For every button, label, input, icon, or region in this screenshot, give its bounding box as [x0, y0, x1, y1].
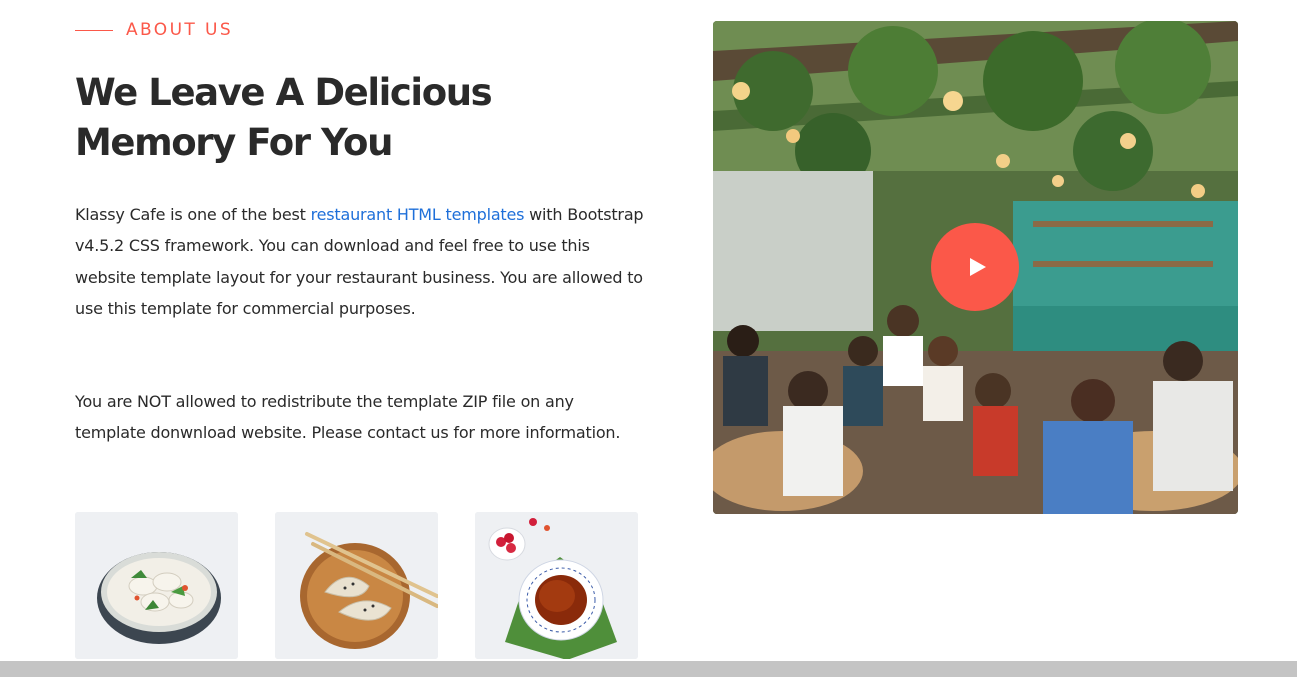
tea-cup-image: [475, 512, 638, 659]
section-title-line-2: Memory For You: [75, 121, 393, 164]
dumplings-bowl-image: [75, 512, 238, 659]
about-paragraph-1: Klassy Cafe is one of the best restauran…: [75, 199, 645, 324]
paragraph-text: Klassy Cafe is one of the best: [75, 205, 311, 224]
eyebrow-text: ABOUT US: [126, 20, 234, 40]
section-eyebrow: ABOUT US: [75, 20, 233, 40]
about-paragraph-2: You are NOT allowed to redistribute the …: [75, 392, 621, 443]
play-icon: [969, 258, 986, 276]
eyebrow-line: [75, 29, 113, 31]
about-section: ABOUT US We Leave A Delicious Memory For…: [0, 0, 1297, 677]
horizontal-scrollbar[interactable]: [0, 661, 1297, 677]
section-title-line-1: We Leave A Delicious: [75, 71, 493, 114]
dumplings-plate-image: [275, 512, 438, 659]
restaurant-interior-image: [713, 21, 1238, 514]
section-title: We Leave A Delicious Memory For You: [75, 68, 635, 168]
play-button[interactable]: [931, 223, 1019, 311]
restaurant-templates-link[interactable]: restaurant HTML templates: [311, 205, 525, 224]
